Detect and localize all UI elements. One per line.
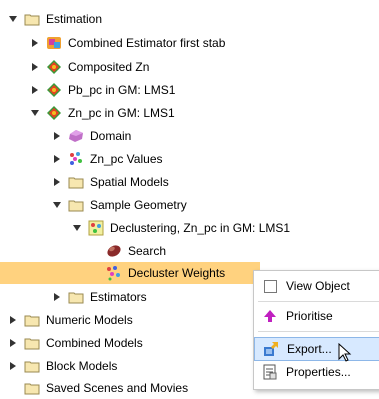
menu-separator	[258, 331, 379, 332]
tree-item-pb-pc[interactable]: Pb_pc in GM: LMS1	[30, 79, 175, 101]
menu-item-properties[interactable]: Properties...	[254, 361, 379, 383]
tree-item-block-models[interactable]: Block Models	[8, 355, 117, 377]
menu-separator	[258, 301, 379, 302]
tree-item-label: Estimation	[46, 12, 103, 26]
tree-item-label: Pb_pc in GM: LMS1	[68, 83, 176, 97]
expanded-arrow-icon[interactable]	[8, 14, 18, 24]
checkbox-icon[interactable]	[262, 278, 278, 294]
tree-item-label: Saved Scenes and Movies	[46, 381, 189, 395]
tree-item-saved-scenes[interactable]: Saved Scenes and Movies	[24, 377, 188, 399]
tree-item-label: Spatial Models	[90, 175, 169, 189]
folder-icon	[24, 312, 40, 328]
points-icon	[46, 82, 62, 98]
values-icon	[68, 151, 84, 167]
folder-icon	[24, 11, 40, 27]
collapsed-arrow-icon[interactable]	[30, 38, 40, 48]
tree-item-label: Sample Geometry	[90, 198, 187, 212]
points-icon	[46, 59, 62, 75]
tree-item-numeric-models[interactable]: Numeric Models	[8, 309, 133, 331]
tree-item-declustering[interactable]: Declustering, Zn_pc in GM: LMS1	[72, 217, 290, 239]
tree-item-domain[interactable]: Domain	[52, 125, 131, 147]
expanded-arrow-icon[interactable]	[30, 108, 40, 118]
collapsed-arrow-icon[interactable]	[8, 315, 18, 325]
menu-item-label: View Object	[286, 279, 350, 293]
folder-icon	[24, 335, 40, 351]
tree-item-label: Search	[128, 244, 167, 258]
tree-item-label: Block Models	[46, 359, 118, 373]
menu-item-label: Export...	[287, 342, 332, 356]
menu-item-label: Prioritise	[286, 309, 333, 323]
tree-item-label: Combined Models	[46, 336, 143, 350]
folder-icon	[68, 289, 84, 305]
tree-item-label: Combined Estimator first stab	[68, 36, 226, 50]
collapsed-arrow-icon[interactable]	[52, 177, 62, 187]
tree-item-zn-pc[interactable]: Zn_pc in GM: LMS1	[30, 102, 175, 124]
tree-item-label: Composited Zn	[68, 60, 150, 74]
menu-item-prioritise[interactable]: Prioritise	[254, 305, 379, 327]
menu-item-view-object[interactable]: View Object	[254, 275, 379, 297]
collapsed-arrow-icon[interactable]	[30, 62, 40, 72]
properties-icon	[262, 364, 278, 380]
tree-item-combined-estimator[interactable]: Combined Estimator first stab	[30, 32, 225, 54]
collapsed-arrow-icon[interactable]	[52, 292, 62, 302]
tree-item-label: Numeric Models	[46, 313, 133, 327]
search-ellipsoid-icon	[106, 243, 122, 259]
tree-item-combined-models[interactable]: Combined Models	[8, 332, 143, 354]
menu-item-export[interactable]: Export...	[254, 337, 379, 361]
declustering-icon	[88, 220, 104, 236]
collapsed-arrow-icon[interactable]	[8, 338, 18, 348]
tree-item-label: Zn_pc in GM: LMS1	[68, 106, 175, 120]
tree-item-composited-zn[interactable]: Composited Zn	[30, 56, 149, 78]
collapsed-arrow-icon[interactable]	[52, 131, 62, 141]
tree-item-spatial-models[interactable]: Spatial Models	[52, 171, 169, 193]
tree-item-label: Decluster Weights	[128, 266, 226, 280]
tree-item-label: Estimators	[90, 290, 147, 304]
expanded-arrow-icon[interactable]	[52, 200, 62, 210]
folder-icon	[24, 380, 40, 396]
tree-item-decluster-weights[interactable]: Decluster Weights	[0, 262, 260, 284]
weights-icon	[106, 265, 122, 281]
combined-estimator-icon	[46, 35, 62, 51]
tree-item-label: Domain	[90, 129, 132, 143]
up-arrow-icon	[262, 308, 278, 324]
collapsed-arrow-icon[interactable]	[30, 85, 40, 95]
collapsed-arrow-icon[interactable]	[52, 154, 62, 164]
domain-icon	[68, 128, 84, 144]
folder-icon	[24, 358, 40, 374]
tree-item-zn-pc-values[interactable]: Zn_pc Values	[52, 148, 163, 170]
points-icon	[46, 105, 62, 121]
context-menu: View Object Prioritise Export... Propert…	[253, 270, 379, 390]
tree-item-sample-geometry[interactable]: Sample Geometry	[52, 194, 187, 216]
tree-item-label: Declustering, Zn_pc in GM: LMS1	[110, 221, 291, 235]
export-icon	[263, 341, 279, 357]
folder-icon	[68, 197, 84, 213]
tree-item-estimation[interactable]: Estimation	[8, 8, 102, 30]
tree-item-label: Zn_pc Values	[90, 152, 163, 166]
tree-item-estimators[interactable]: Estimators	[52, 286, 147, 308]
folder-icon	[68, 174, 84, 190]
tree-item-search[interactable]: Search	[106, 240, 166, 262]
expanded-arrow-icon[interactable]	[72, 223, 82, 233]
mouse-cursor-icon	[338, 342, 352, 366]
collapsed-arrow-icon[interactable]	[8, 361, 18, 371]
